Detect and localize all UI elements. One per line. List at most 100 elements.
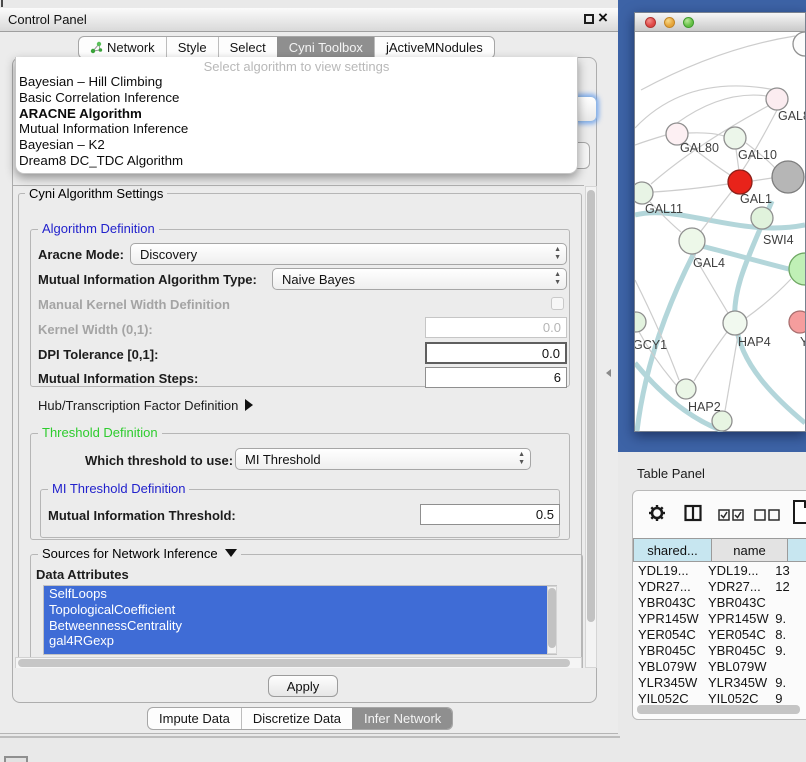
column-header-partial[interactable]: A — [788, 538, 806, 562]
desktop-corner-mark — [1, 0, 3, 7]
cyni-algorithm-settings-title: Cyni Algorithm Settings — [25, 187, 167, 201]
tab-cyni-toolbox[interactable]: Cyni Toolbox — [277, 37, 374, 58]
table-row[interactable]: YPR145WYPR145W9. — [633, 611, 806, 627]
table-row[interactable]: YER054CYER054C8. — [633, 627, 806, 643]
dropdown-item[interactable]: Dream8 DC_TDC Algorithm — [16, 153, 577, 169]
settings-vscrollbar-thumb[interactable] — [587, 190, 595, 622]
table-row[interactable]: YBR045CYBR045C9. — [633, 643, 806, 659]
table-row[interactable]: YBR043CYBR043C — [633, 595, 806, 611]
dropdown-item[interactable]: Bayesian – Hill Climbing — [16, 74, 577, 90]
network-canvas[interactable]: GAL8 GAL80 GAL10 GAL1 GAL11 SWI4 GAL4 HA… — [635, 32, 805, 432]
dpi-tolerance-field[interactable]: 0.0 — [425, 342, 567, 364]
table-row[interactable]: YDL19...YDL19...13 — [633, 563, 806, 579]
table-row-partial[interactable]: YIL052CYIL052C9 — [633, 691, 806, 704]
node-label: GAL1 — [740, 192, 772, 206]
mi-type-combobox[interactable]: Naive Bayes ▲▼ — [272, 268, 567, 290]
tab-jactivemnodules[interactable]: jActiveMNodules — [374, 37, 494, 58]
node-gal10[interactable] — [724, 127, 746, 149]
network-nodes — [635, 32, 805, 431]
chevron-up-down-icon: ▲▼ — [518, 451, 525, 467]
bottom-divider — [0, 736, 620, 738]
node-gal8[interactable] — [766, 88, 788, 110]
gear-icon[interactable] — [648, 504, 666, 527]
mi-threshold-label: Mutual Information Threshold: — [48, 508, 236, 523]
table-row[interactable]: YDR27...YDR27...12 — [633, 579, 806, 595]
list-item[interactable]: BetweennessCentrality — [44, 618, 556, 634]
node-hap4[interactable] — [723, 311, 747, 335]
list-item-partial — [44, 649, 556, 655]
dropdown-item[interactable]: Bayesian – K2 — [16, 137, 577, 153]
node-big-green[interactable] — [789, 253, 805, 285]
minimize-traffic-light-icon[interactable] — [664, 17, 675, 28]
mi-steps-field[interactable]: 6 — [425, 367, 567, 388]
expanded-arrow-icon — [225, 549, 237, 557]
threshold-definition-title: Threshold Definition — [38, 426, 162, 440]
list-item[interactable]: TopologicalCoefficient — [44, 602, 556, 618]
which-threshold-value: MI Threshold — [245, 452, 321, 467]
float-icon[interactable] — [584, 14, 594, 24]
node-label: GAL11 — [645, 202, 683, 216]
mi-type-label: Mutual Information Algorithm Type: — [38, 272, 257, 287]
apply-button[interactable]: Apply — [268, 675, 338, 697]
node-gray[interactable] — [772, 161, 804, 193]
unchecked-checkboxes-icon[interactable] — [754, 508, 780, 526]
tab-infer-network[interactable]: Infer Network — [352, 708, 452, 729]
hub-section-toggle[interactable]: Hub/Transcription Factor Definition — [38, 398, 253, 413]
checked-checkboxes-icon[interactable] — [718, 508, 744, 526]
algorithm-combobox-fragment[interactable] — [578, 96, 597, 122]
node-gal1-red[interactable] — [728, 170, 752, 194]
tab-discretize-data[interactable]: Discretize Data — [241, 708, 352, 729]
manual-kernel-label: Manual Kernel Width Definition — [38, 297, 230, 312]
kernel-width-label: Kernel Width (0,1): — [38, 322, 153, 337]
data-attributes-list[interactable]: SelfLoops TopologicalCoefficient Between… — [43, 585, 557, 655]
node-gcy1[interactable] — [635, 312, 646, 332]
bottom-left-widget-partial[interactable] — [4, 756, 28, 762]
sources-toggle[interactable]: Sources for Network Inference — [38, 547, 241, 561]
network-window-titlebar[interactable] — [635, 13, 805, 32]
settings-hscrollbar-thumb[interactable] — [18, 659, 570, 667]
list-item[interactable]: gal4RGexp — [44, 633, 556, 649]
table-row[interactable]: YBL079WYBL079W — [633, 659, 806, 675]
dropdown-item[interactable]: Mutual Information Inference — [16, 121, 577, 137]
aracne-mode-combobox[interactable]: Discovery ▲▼ — [130, 243, 567, 265]
splitter-grip[interactable] — [606, 369, 611, 377]
node-hap2[interactable] — [676, 379, 696, 399]
column-header-shared-name[interactable]: shared... — [633, 538, 712, 562]
zoom-traffic-light-icon[interactable] — [683, 17, 694, 28]
node-gal4[interactable] — [679, 228, 705, 254]
which-threshold-combobox[interactable]: MI Threshold ▲▼ — [235, 448, 531, 470]
list-item[interactable]: SelfLoops — [44, 586, 556, 602]
dropdown-item[interactable]: Basic Correlation Inference — [16, 90, 577, 106]
which-threshold-label: Which threshold to use: — [85, 453, 233, 468]
control-panel-title: Control Panel — [8, 12, 87, 27]
mi-threshold-field[interactable]: 0.5 — [420, 504, 560, 525]
close-icon[interactable]: × — [598, 8, 608, 28]
tab-select[interactable]: Select — [218, 37, 277, 58]
node-label: HAP2 — [688, 400, 721, 414]
attributes-scrollbar-thumb[interactable] — [548, 588, 556, 648]
algorithm-definition-title: Algorithm Definition — [38, 222, 159, 236]
mi-threshold-group-title: MI Threshold Definition — [48, 482, 189, 496]
column-header-name[interactable]: name — [712, 538, 788, 562]
manual-kernel-checkbox[interactable] — [551, 297, 564, 310]
table-row[interactable]: YLR345WYLR345W9. — [633, 675, 806, 691]
tab-network-label: Network — [107, 40, 155, 55]
kernel-width-field[interactable]: 0.0 — [425, 317, 567, 338]
tab-style[interactable]: Style — [166, 37, 218, 58]
tab-network[interactable]: Network — [79, 37, 166, 58]
node-swi4[interactable] — [751, 207, 773, 229]
node-salmon[interactable] — [789, 311, 805, 333]
node-label: GCY1 — [635, 338, 667, 352]
close-traffic-light-icon[interactable] — [645, 17, 656, 28]
table-hscrollbar-thumb[interactable] — [637, 705, 800, 714]
node-partial-bottom[interactable] — [712, 411, 732, 431]
document-icon[interactable] — [792, 500, 806, 529]
node-gal11[interactable] — [635, 182, 653, 204]
control-panel-titlebar[interactable]: Control Panel — [0, 8, 620, 32]
split-columns-icon[interactable] — [684, 504, 702, 527]
dropdown-item-selected[interactable]: ARACNE Algorithm — [16, 106, 577, 122]
node-label: SWI4 — [763, 233, 794, 247]
network-view-window[interactable]: GAL8 GAL80 GAL10 GAL1 GAL11 SWI4 GAL4 HA… — [634, 12, 806, 432]
dropdown-prompt: Select algorithm to view settings — [16, 57, 577, 74]
tab-impute-data[interactable]: Impute Data — [148, 708, 241, 729]
